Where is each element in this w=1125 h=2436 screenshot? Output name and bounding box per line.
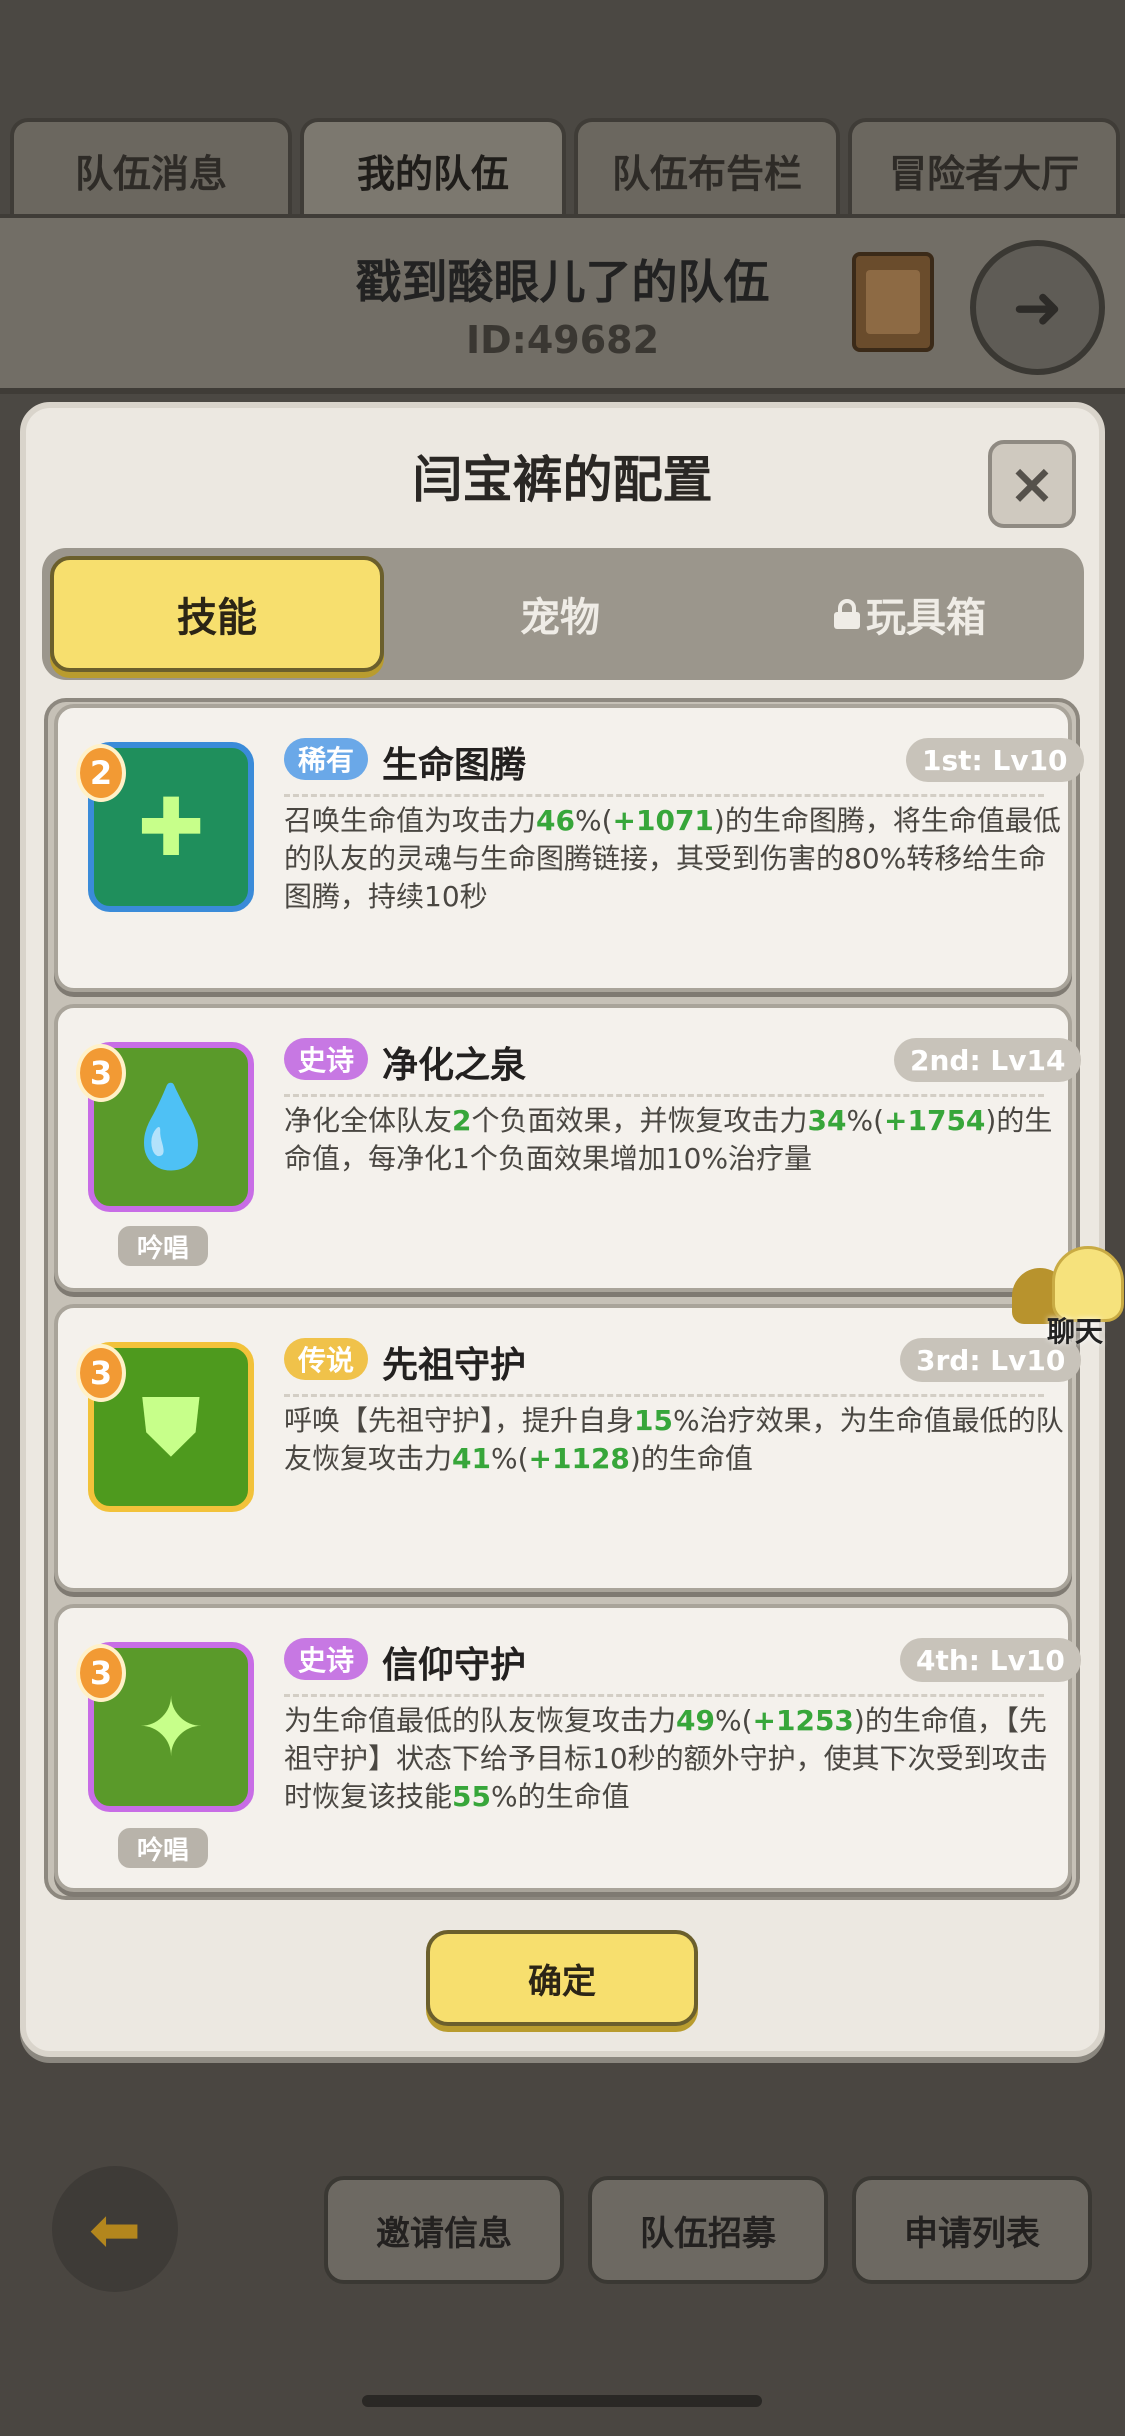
highlight-value: 46 [536, 804, 575, 837]
description-text: 个负面效果，并恢复攻击力 [471, 1104, 808, 1137]
chant-tag: 吟唱 [118, 1226, 208, 1266]
tab-my-team[interactable]: 我的队伍 [300, 118, 566, 218]
tab-toybox[interactable]: 玩具箱 [740, 556, 1080, 672]
modal-title: 闫宝裤的配置 [412, 451, 713, 509]
level-badge: 3 [76, 1044, 126, 1102]
tab-team-messages[interactable]: 队伍消息 [10, 118, 292, 218]
divider [284, 1094, 1044, 1097]
back-arrow-icon: ⬅ [89, 2192, 141, 2266]
divider [284, 794, 1044, 797]
highlight-value: +1128 [528, 1442, 630, 1475]
description-text: 净化全体队友 [284, 1104, 453, 1137]
chat-label[interactable]: 聊天 [1025, 1310, 1125, 1350]
level-badge: 3 [76, 1644, 126, 1702]
back-button[interactable]: ⬅ [52, 2166, 178, 2292]
team-recruit-button[interactable]: 队伍招募 [588, 2176, 828, 2284]
level-badge: 2 [76, 744, 126, 802]
divider [284, 1694, 1044, 1697]
team-name: 戳到酸眼儿了的队伍 [355, 255, 770, 309]
highlight-value: +1071 [612, 804, 714, 837]
divider [284, 1394, 1044, 1397]
exit-icon: ➜ [1012, 272, 1063, 343]
team-id: ID:49682 [465, 318, 660, 362]
exit-team-button[interactable]: ➜ [970, 240, 1105, 375]
description-text: %( [846, 1104, 885, 1137]
close-icon: × [1008, 451, 1056, 517]
highlight-value: 15 [634, 1404, 673, 1437]
highlight-value: 41 [452, 1442, 491, 1475]
skill-name: 净化之泉 [382, 1045, 527, 1086]
highlight-value: 34 [807, 1104, 847, 1137]
skill-description: 净化全体队友2个负面效果，并恢复攻击力34%(+1754)的生命值，每净化1个负… [284, 1102, 1064, 1178]
rarity-badge: 稀有 [284, 738, 369, 780]
skill-name: 信仰守护 [382, 1645, 527, 1686]
description-text: %的生命值 [490, 1780, 630, 1813]
apply-list-button[interactable]: 申请列表 [852, 2176, 1092, 2284]
rarity-badge: 史诗 [284, 1038, 369, 1080]
description-text: %( [714, 1704, 753, 1737]
close-button[interactable]: × [988, 440, 1076, 528]
tab-pet[interactable]: 宠物 [400, 556, 720, 672]
skill-name: 先祖守护 [382, 1345, 527, 1386]
tab-adventurer-hall[interactable]: 冒险者大厅 [848, 118, 1120, 218]
skill-description: 呼唤【先祖守护】，提升自身15%治疗效果，为生命值最低的队友恢复攻击力41%(+… [284, 1402, 1064, 1478]
lock-icon [834, 599, 860, 629]
skill-description: 为生命值最低的队友恢复攻击力49%(+1253)的生命值，【先祖守护】状态下给予… [284, 1702, 1064, 1816]
highlight-value: 55 [452, 1780, 491, 1813]
home-indicator[interactable] [362, 2395, 762, 2407]
description-text: 呼唤【先祖守护】，提升自身 [284, 1404, 635, 1437]
skill-name: 生命图腾 [382, 745, 527, 786]
skill-slot-level: 2nd: Lv14 [894, 1038, 1082, 1082]
description-text: 为生命值最低的队友恢复攻击力 [284, 1704, 677, 1737]
skill-description: 召唤生命值为攻击力46%(+1071)的生命图腾，将生命值最低的队友的灵魂与生命… [284, 802, 1064, 916]
confirm-button[interactable]: 确定 [426, 1930, 698, 2026]
rarity-badge: 传说 [284, 1338, 369, 1380]
tab-team-bulletin[interactable]: 队伍布告栏 [574, 118, 840, 218]
description-text: %( [490, 1442, 529, 1475]
tab-skill[interactable]: 技能 [50, 556, 384, 672]
highlight-value: 49 [676, 1704, 715, 1737]
chant-tag: 吟唱 [118, 1828, 208, 1868]
highlight-value: +1754 [884, 1104, 986, 1137]
description-text: 召唤生命值为攻击力 [284, 804, 537, 837]
invite-info-button[interactable]: 邀请信息 [324, 2176, 564, 2284]
description-text: %( [574, 804, 613, 837]
tab-toybox-label: 玩具箱 [866, 595, 986, 641]
level-badge: 3 [76, 1344, 126, 1402]
highlight-value: +1253 [752, 1704, 854, 1737]
rarity-badge: 史诗 [284, 1638, 369, 1680]
description-text: )的生命值 [629, 1442, 753, 1475]
skill-slot-level: 1st: Lv10 [906, 738, 1084, 782]
scroll-icon[interactable] [852, 252, 934, 352]
highlight-value: 2 [452, 1104, 472, 1137]
skill-slot-level: 4th: Lv10 [900, 1638, 1081, 1682]
